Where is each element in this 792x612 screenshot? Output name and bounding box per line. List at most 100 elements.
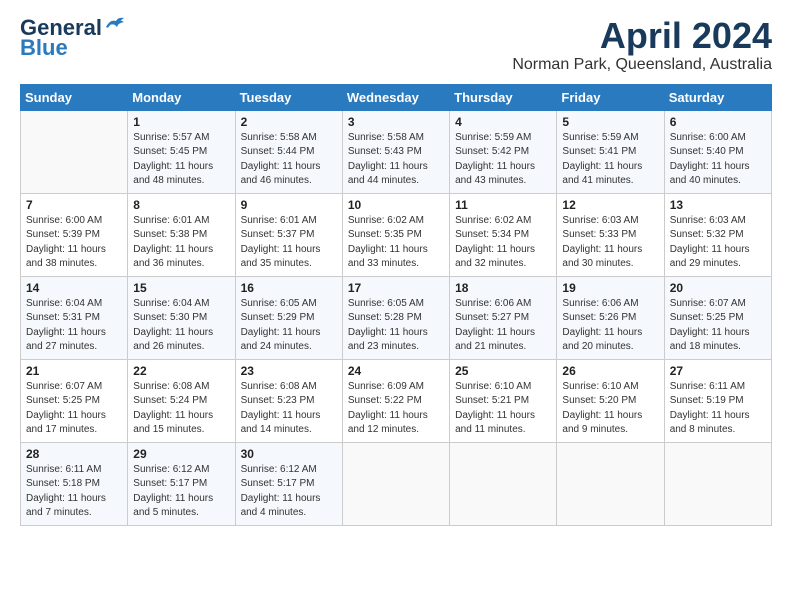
day-number: 26 (562, 364, 658, 378)
day-info: Sunrise: 6:06 AM Sunset: 5:27 PM Dayligh… (455, 297, 551, 355)
day-number: 6 (670, 115, 766, 129)
day-info: Sunrise: 5:58 AM Sunset: 5:44 PM Dayligh… (241, 131, 337, 189)
day-number: 13 (670, 198, 766, 212)
calendar-table: Sunday Monday Tuesday Wednesday Thursday… (20, 84, 772, 526)
col-tuesday: Tuesday (235, 84, 342, 110)
day-number: 18 (455, 281, 551, 295)
day-number: 23 (241, 364, 337, 378)
day-number: 27 (670, 364, 766, 378)
calendar-cell: 17Sunrise: 6:05 AM Sunset: 5:28 PM Dayli… (342, 276, 449, 359)
calendar-cell (21, 110, 128, 193)
calendar-cell: 12 Sunrise: 6:03 AM Sunset: 5:33 PM Dayli… (557, 193, 664, 276)
calendar-cell: 22 Sunrise: 6:08 AM Sunset: 5:24 PM Dayli… (128, 359, 235, 442)
day-number: 24 (348, 364, 444, 378)
calendar-cell: 28 Sunrise: 6:11 AM Sunset: 5:18 PM Dayli… (21, 442, 128, 525)
calendar-week-1: 1 Sunrise: 5:57 AM Sunset: 5:45 PM Daylig… (21, 110, 772, 193)
day-number: 11 (455, 198, 551, 212)
calendar-cell: 4 Sunrise: 5:59 AM Sunset: 5:42 PM Daylig… (450, 110, 557, 193)
calendar-cell: 20 Sunrise: 6:07 AM Sunset: 5:25 PM Dayli… (664, 276, 771, 359)
calendar-cell: 1 Sunrise: 5:57 AM Sunset: 5:45 PM Daylig… (128, 110, 235, 193)
day-info: Sunrise: 6:00 AM Sunset: 5:39 PM Dayligh… (26, 214, 122, 272)
calendar-cell: 11 Sunrise: 6:02 AM Sunset: 5:34 PM Dayli… (450, 193, 557, 276)
day-number: 16 (241, 281, 337, 295)
calendar-header: Sunday Monday Tuesday Wednesday Thursday… (21, 84, 772, 110)
day-number: 30 (241, 447, 337, 461)
calendar-body: 1 Sunrise: 5:57 AM Sunset: 5:45 PM Daylig… (21, 110, 772, 525)
day-number: 1 (133, 115, 229, 129)
calendar-cell: 7 Sunrise: 6:00 AM Sunset: 5:39 PM Daylig… (21, 193, 128, 276)
day-info: Sunrise: 6:04 AM Sunset: 5:30 PM Dayligh… (133, 297, 229, 355)
calendar-cell: 16 Sunrise: 6:05 AM Sunset: 5:29 PM Dayli… (235, 276, 342, 359)
day-number: 20 (670, 281, 766, 295)
logo-bird-icon (104, 17, 126, 35)
day-info: Sunrise: 6:02 AM Sunset: 5:35 PM Dayligh… (348, 214, 444, 272)
calendar-cell (557, 442, 664, 525)
day-number: 4 (455, 115, 551, 129)
day-info: Sunrise: 6:05 AM Sunset: 5:28 PM Dayligh… (348, 297, 444, 355)
day-number: 7 (26, 198, 122, 212)
calendar-week-2: 7 Sunrise: 6:00 AM Sunset: 5:39 PM Daylig… (21, 193, 772, 276)
day-number: 12 (562, 198, 658, 212)
day-info: Sunrise: 5:57 AM Sunset: 5:45 PM Dayligh… (133, 131, 229, 189)
day-info: Sunrise: 6:12 AM Sunset: 5:17 PM Dayligh… (241, 463, 337, 521)
day-info: Sunrise: 5:59 AM Sunset: 5:41 PM Dayligh… (562, 131, 658, 189)
col-sunday: Sunday (21, 84, 128, 110)
day-number: 15 (133, 281, 229, 295)
day-info: Sunrise: 6:11 AM Sunset: 5:18 PM Dayligh… (26, 463, 122, 521)
calendar-week-3: 14 Sunrise: 6:04 AM Sunset: 5:31 PM Dayli… (21, 276, 772, 359)
day-info: Sunrise: 6:05 AM Sunset: 5:29 PM Dayligh… (241, 297, 337, 355)
calendar-cell: 14 Sunrise: 6:04 AM Sunset: 5:31 PM Dayli… (21, 276, 128, 359)
calendar-week-4: 21 Sunrise: 6:07 AM Sunset: 5:25 PM Dayli… (21, 359, 772, 442)
day-info: Sunrise: 5:58 AM Sunset: 5:43 PM Dayligh… (348, 131, 444, 189)
calendar-cell (450, 442, 557, 525)
day-info: Sunrise: 6:01 AM Sunset: 5:37 PM Dayligh… (241, 214, 337, 272)
day-info: Sunrise: 6:08 AM Sunset: 5:23 PM Dayligh… (241, 380, 337, 438)
calendar-cell: 23 Sunrise: 6:08 AM Sunset: 5:23 PM Dayli… (235, 359, 342, 442)
day-info: Sunrise: 6:03 AM Sunset: 5:33 PM Dayligh… (562, 214, 658, 272)
col-saturday: Saturday (664, 84, 771, 110)
day-info: Sunrise: 6:12 AM Sunset: 5:17 PM Dayligh… (133, 463, 229, 521)
day-info: Sunrise: 6:09 AM Sunset: 5:22 PM Dayligh… (348, 380, 444, 438)
day-info: Sunrise: 6:07 AM Sunset: 5:25 PM Dayligh… (26, 380, 122, 438)
calendar-cell: 5Sunrise: 5:59 AM Sunset: 5:41 PM Daylig… (557, 110, 664, 193)
day-number: 22 (133, 364, 229, 378)
calendar-cell: 9Sunrise: 6:01 AM Sunset: 5:37 PM Daylig… (235, 193, 342, 276)
calendar-week-5: 28 Sunrise: 6:11 AM Sunset: 5:18 PM Dayli… (21, 442, 772, 525)
day-number: 21 (26, 364, 122, 378)
calendar-cell: 18 Sunrise: 6:06 AM Sunset: 5:27 PM Dayli… (450, 276, 557, 359)
day-number: 14 (26, 281, 122, 295)
calendar-cell: 3 Sunrise: 5:58 AM Sunset: 5:43 PM Daylig… (342, 110, 449, 193)
day-number: 28 (26, 447, 122, 461)
day-info: Sunrise: 6:07 AM Sunset: 5:25 PM Dayligh… (670, 297, 766, 355)
day-info: Sunrise: 6:02 AM Sunset: 5:34 PM Dayligh… (455, 214, 551, 272)
day-number: 10 (348, 198, 444, 212)
day-info: Sunrise: 6:11 AM Sunset: 5:19 PM Dayligh… (670, 380, 766, 438)
logo-blue: Blue (20, 36, 68, 60)
header-row: Sunday Monday Tuesday Wednesday Thursday… (21, 84, 772, 110)
logo: General Blue (20, 16, 126, 60)
calendar-cell: 29Sunrise: 6:12 AM Sunset: 5:17 PM Dayli… (128, 442, 235, 525)
day-info: Sunrise: 6:00 AM Sunset: 5:40 PM Dayligh… (670, 131, 766, 189)
day-number: 25 (455, 364, 551, 378)
day-number: 19 (562, 281, 658, 295)
calendar-cell: 2Sunrise: 5:58 AM Sunset: 5:44 PM Daylig… (235, 110, 342, 193)
calendar-cell: 6 Sunrise: 6:00 AM Sunset: 5:40 PM Daylig… (664, 110, 771, 193)
title-block: April 2024 Norman Park, Queensland, Aust… (512, 16, 772, 74)
calendar-cell: 26Sunrise: 6:10 AM Sunset: 5:20 PM Dayli… (557, 359, 664, 442)
calendar-cell: 27 Sunrise: 6:11 AM Sunset: 5:19 PM Dayli… (664, 359, 771, 442)
calendar-cell: 24 Sunrise: 6:09 AM Sunset: 5:22 PM Dayli… (342, 359, 449, 442)
col-wednesday: Wednesday (342, 84, 449, 110)
calendar-cell (664, 442, 771, 525)
col-thursday: Thursday (450, 84, 557, 110)
day-info: Sunrise: 6:03 AM Sunset: 5:32 PM Dayligh… (670, 214, 766, 272)
day-info: Sunrise: 6:04 AM Sunset: 5:31 PM Dayligh… (26, 297, 122, 355)
day-info: Sunrise: 6:08 AM Sunset: 5:24 PM Dayligh… (133, 380, 229, 438)
calendar-cell: 10 Sunrise: 6:02 AM Sunset: 5:35 PM Dayli… (342, 193, 449, 276)
calendar-cell: 15 Sunrise: 6:04 AM Sunset: 5:30 PM Dayli… (128, 276, 235, 359)
day-number: 8 (133, 198, 229, 212)
col-friday: Friday (557, 84, 664, 110)
day-number: 3 (348, 115, 444, 129)
day-info: Sunrise: 6:06 AM Sunset: 5:26 PM Dayligh… (562, 297, 658, 355)
day-info: Sunrise: 6:10 AM Sunset: 5:21 PM Dayligh… (455, 380, 551, 438)
day-info: Sunrise: 5:59 AM Sunset: 5:42 PM Dayligh… (455, 131, 551, 189)
